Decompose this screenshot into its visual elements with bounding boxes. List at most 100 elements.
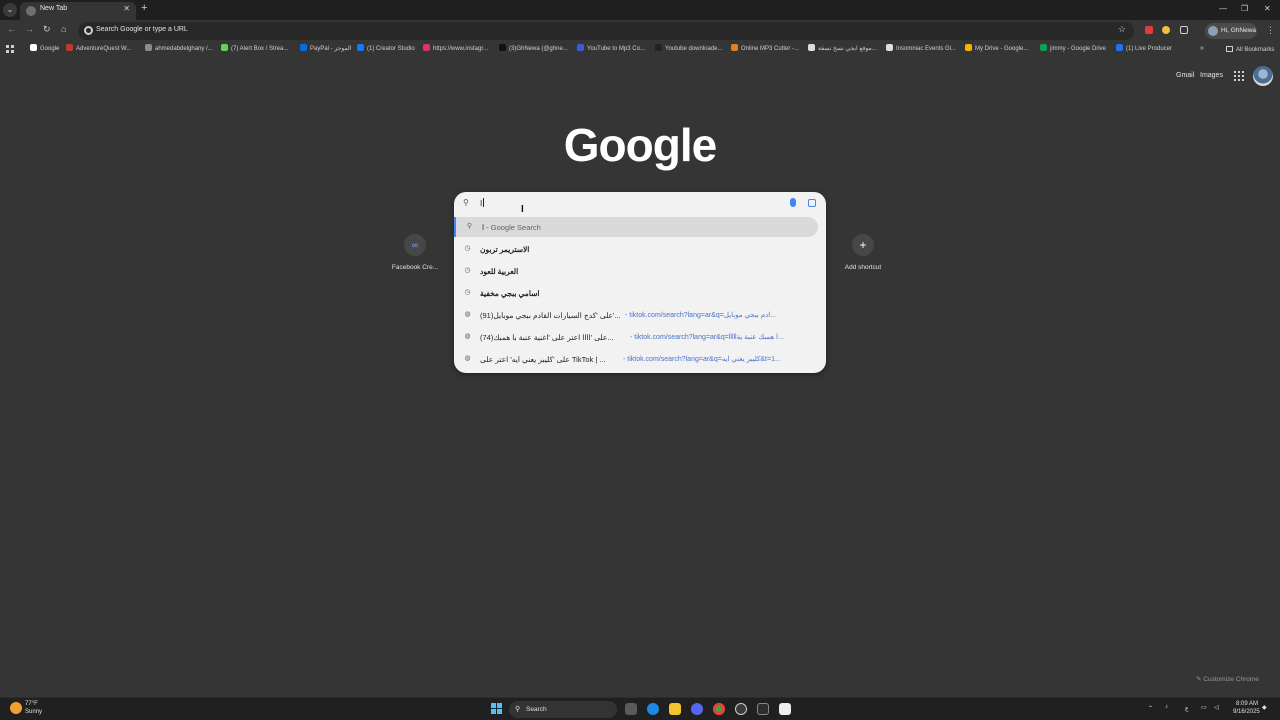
maximize-icon[interactable]: ❐ <box>1241 4 1248 13</box>
clock-date[interactable]: 9/16/2025 <box>1233 709 1260 715</box>
microphone-icon[interactable] <box>790 198 796 207</box>
back-arrow-icon[interactable]: ← <box>7 24 16 34</box>
bookmark-item[interactable]: PayPal - الموجز <box>300 44 351 56</box>
language-indicator[interactable]: ع <box>1185 705 1189 712</box>
tray-chevron-icon[interactable]: ⌃ <box>1148 705 1153 712</box>
profile-chip[interactable]: Hi, GhNewa <box>1205 23 1257 39</box>
bookmarks-overflow-icon[interactable]: » <box>1200 45 1204 52</box>
bookmark-label: YouTube to Mp3 Co... <box>587 46 645 52</box>
bookmark-favicon-icon <box>30 44 37 51</box>
bookmark-label: https://www.instagr... <box>433 46 489 52</box>
account-avatar[interactable] <box>1253 66 1273 86</box>
all-bookmarks[interactable]: All Bookmarks <box>1226 46 1274 53</box>
shortcut-facebook-creator[interactable]: ∞ Facebook Cre... <box>380 234 450 271</box>
bookmark-item[interactable]: موقع ابجي نسخ نسقة... <box>808 44 877 56</box>
bookmark-item[interactable]: My Drive - Google... <box>965 44 1028 56</box>
suggestion-row[interactable]: ◷ اسامي ببجي مخفية <box>454 283 818 303</box>
bookmark-item[interactable]: Google <box>30 44 59 56</box>
bookmark-favicon-icon <box>145 44 152 51</box>
gmail-link[interactable]: Gmail <box>1176 72 1194 79</box>
bookmark-item[interactable]: YouTube to Mp3 Co... <box>577 44 645 56</box>
images-link[interactable]: Images <box>1200 72 1223 79</box>
bookmark-item[interactable]: https://www.instagr... <box>423 44 488 56</box>
search-icon: ⚲ <box>466 223 473 230</box>
google-lens-icon[interactable] <box>808 199 816 207</box>
bookmark-item[interactable]: AdventureQuest W... <box>66 44 131 56</box>
plus-icon: + <box>852 234 874 256</box>
edge-icon[interactable] <box>647 703 659 715</box>
close-tab-icon[interactable]: ✕ <box>123 4 130 13</box>
bookmark-favicon-icon <box>731 44 738 51</box>
omnibox[interactable]: Search Google or type a URL ☆ <box>78 22 1134 40</box>
history-icon: ◷ <box>464 267 471 274</box>
taskbar-search[interactable]: ⚲ Search <box>509 701 617 718</box>
extension-red-icon[interactable] <box>1145 26 1153 34</box>
clock-time[interactable]: 8:09 AM <box>1236 701 1258 707</box>
tab-strip: ⌄ New Tab ✕ + — ❐ ✕ <box>0 0 1280 20</box>
extension-yellow-icon[interactable] <box>1162 26 1170 34</box>
suggestion-url: - tiktok.com/search?lang=ar&q=lllllا همب… <box>630 334 784 341</box>
home-icon[interactable]: ⌂ <box>61 24 66 34</box>
new-tab-plus-icon[interactable]: + <box>141 2 147 14</box>
suggestion-row[interactable]: ⚲ ا - Google Search <box>454 217 818 237</box>
bookmark-item[interactable]: (1) Live Producer <box>1116 44 1172 56</box>
bookmark-label: Youtube downloade... <box>665 46 723 52</box>
taskbar-search-label: Search <box>526 706 547 713</box>
weather-sun-icon[interactable] <box>10 702 22 714</box>
suggestion-row[interactable]: ◷ الاستريمر تربون <box>454 239 818 259</box>
bookmark-star-icon[interactable]: ☆ <box>1118 24 1126 35</box>
menu-kebab-icon[interactable]: ⋮ <box>1266 25 1275 36</box>
task-view-icon[interactable] <box>625 703 637 715</box>
suggestion-row[interactable]: ◍ (74)على 'اااا اعتر على 'اغنية عنبة با ه… <box>454 327 818 347</box>
extensions-puzzle-icon[interactable] <box>1180 26 1188 34</box>
suggestion-row[interactable]: ◍ (91)على 'كدج السيارات القادم ببجي موباي… <box>454 305 818 325</box>
app-icon[interactable] <box>735 703 747 715</box>
customize-chrome-button[interactable]: ✎ Customize Chrome <box>1196 675 1259 683</box>
suggestion-row[interactable]: ◷ العربية للعود <box>454 261 818 281</box>
profile-avatar-icon <box>1208 26 1218 36</box>
close-window-icon[interactable]: ✕ <box>1264 4 1271 13</box>
globe-icon: ◍ <box>464 311 471 318</box>
chrome-icon[interactable] <box>713 703 725 715</box>
google-g-icon <box>84 26 93 35</box>
windows-taskbar: 77°F Sunny ⚲ Search ⌃ ♪ ع ▭ ◁ 8:09 AM 9/… <box>0 697 1280 720</box>
bookmark-item[interactable]: (3)GhNewa (@ghne... <box>499 44 568 56</box>
volume-icon[interactable]: ◁ <box>1214 704 1219 711</box>
bookmark-item[interactable]: Online MP3 Cutter -... <box>731 44 799 56</box>
profile-label: Hi, GhNewa <box>1221 27 1257 34</box>
bookmark-item[interactable]: jimmy - Google Drive <box>1040 44 1106 56</box>
google-apps-icon[interactable] <box>1234 71 1244 81</box>
capcut-icon[interactable] <box>779 703 791 715</box>
search-suggestions-dropdown: ⚲ ا ⚲ ا - Google Search ◷ الاستريمر تربون ◷ ا… <box>454 192 826 373</box>
add-shortcut-button[interactable]: + Add shortcut <box>828 234 898 271</box>
mic-tray-icon[interactable]: ♪ <box>1165 704 1168 710</box>
suggestion-text: العربية للعود <box>480 267 519 276</box>
apps-grid-icon[interactable] <box>6 45 14 53</box>
chrome-favicon-icon <box>26 6 36 16</box>
tab-search-icon[interactable]: ⌄ <box>3 3 17 17</box>
bookmark-label: (3)GhNewa (@ghne... <box>509 46 568 52</box>
bookmark-item[interactable]: Insomniac Events Gl... <box>886 44 956 56</box>
bookmark-favicon-icon <box>66 44 73 51</box>
search-input[interactable]: ا <box>480 198 485 208</box>
bookmark-item[interactable]: ahmedabdelghany /... <box>145 44 213 56</box>
reload-icon[interactable]: ↻ <box>43 24 51 35</box>
bookmark-label: My Drive - Google... <box>975 46 1029 52</box>
discord-icon[interactable] <box>691 703 703 715</box>
minimize-icon[interactable]: — <box>1219 4 1227 13</box>
bookmark-label: (1) Creator Studio <box>367 46 415 52</box>
shortcut-label: Facebook Cre... <box>391 264 439 271</box>
file-explorer-icon[interactable] <box>669 703 681 715</box>
globe-icon: ◍ <box>464 355 471 362</box>
suggestion-row[interactable]: ◍ على 'كليبز يعني ايه' اعتر على TikTok | … <box>454 349 818 369</box>
bookmark-item[interactable]: Youtube downloade... <box>655 44 723 56</box>
windows-start-icon[interactable] <box>491 703 503 715</box>
bookmark-item[interactable]: (1) Creator Studio <box>357 44 415 56</box>
terminal-icon[interactable] <box>757 703 769 715</box>
forward-arrow-icon[interactable]: → <box>25 24 34 34</box>
network-icon[interactable]: ▭ <box>1201 704 1207 711</box>
tab-new-tab[interactable]: New Tab ✕ <box>20 2 136 20</box>
notification-bell-icon[interactable]: ◆ <box>1262 704 1267 711</box>
bookmark-favicon-icon <box>300 44 307 51</box>
bookmark-item[interactable]: (7) Alert Box / Strea... <box>221 44 288 56</box>
